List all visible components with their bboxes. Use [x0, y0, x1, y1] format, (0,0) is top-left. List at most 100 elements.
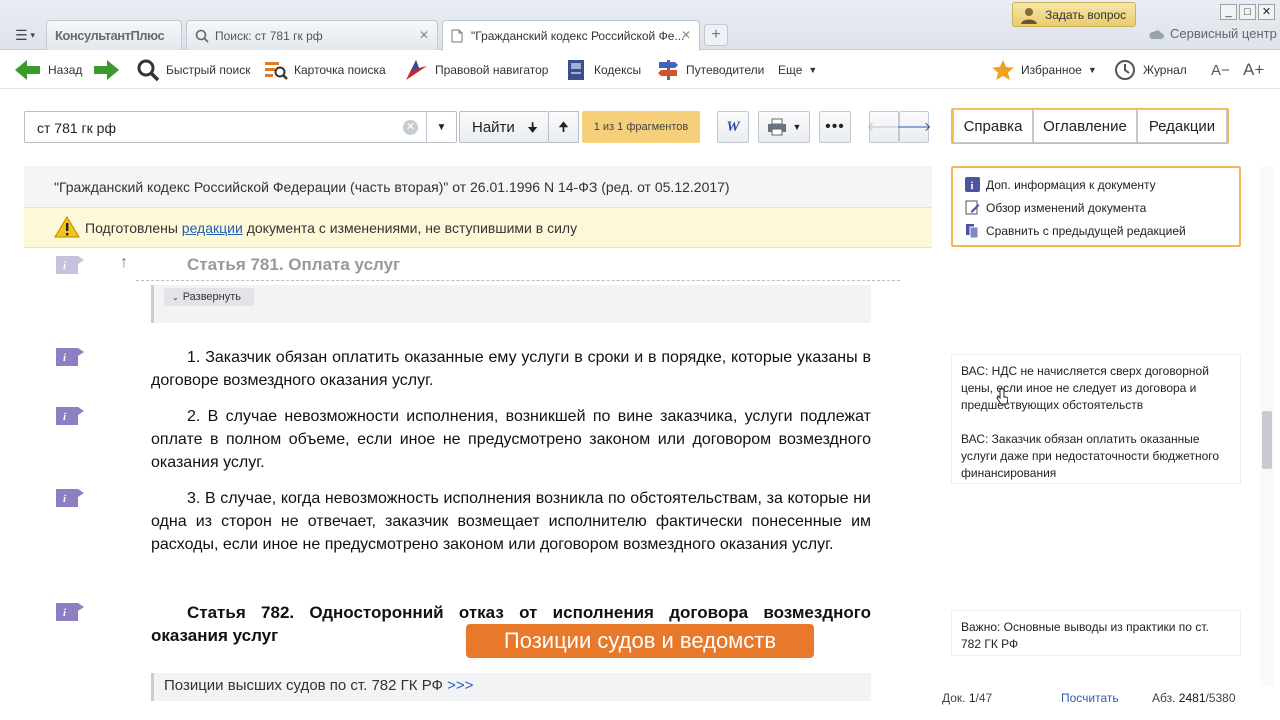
search-history-dropdown[interactable]: ▼	[426, 112, 456, 142]
info-marker-icon[interactable]: i	[56, 348, 84, 366]
find-next-button[interactable]: Найти 🠋	[459, 111, 549, 143]
tab-home[interactable]: КонсультантПлюс	[46, 20, 182, 50]
signpost-icon	[658, 60, 678, 80]
arrow-down-icon: 🠋	[527, 120, 538, 135]
paragraph-3-text: 3. В случае, когда невозможность исполне…	[151, 490, 871, 553]
service-center-button[interactable]: Сервисный центр	[1148, 26, 1277, 41]
service-center-label: Сервисный центр	[1170, 26, 1277, 41]
codes-label: Кодексы	[594, 63, 642, 77]
editions-notice: Подготовлены редакции документа с измене…	[24, 208, 932, 248]
changes-review-link[interactable]: Обзор изменений документа	[965, 200, 1146, 215]
close-window-button[interactable]: ✕	[1258, 4, 1275, 20]
info-marker-icon[interactable]: i	[56, 489, 84, 507]
tab-reference[interactable]: Справка	[953, 109, 1033, 143]
forward-button[interactable]	[92, 58, 120, 82]
ask-question-label: Задать вопрос	[1045, 7, 1127, 22]
chevron-down-icon: ▾	[30, 29, 36, 40]
star-icon	[992, 60, 1014, 80]
tab-search[interactable]: Поиск: ст 781 гк рф ✕	[186, 20, 438, 50]
important-card-text[interactable]: Важно: Основные выводы из практики по ст…	[961, 619, 1231, 653]
arrow-right-icon: 🡒	[896, 119, 932, 134]
paragraph-position-current: 2481	[1178, 691, 1206, 705]
tab-document-label: "Гражданский кодекс Российской Фе...	[471, 29, 685, 43]
journal-button[interactable]: Журнал	[1113, 58, 1187, 82]
magnifier-icon	[137, 59, 160, 82]
consultant-logo: КонсультантПлюс	[55, 28, 165, 43]
tab-contents[interactable]: Оглавление	[1033, 109, 1137, 143]
codes-button[interactable]: Кодексы	[566, 58, 641, 82]
doc-position-label: Док.	[942, 691, 969, 705]
expand-panel	[151, 285, 871, 323]
editions-link[interactable]: редакции	[182, 220, 243, 236]
font-smaller-button[interactable]: A−	[1211, 58, 1230, 82]
court-positions-link[interactable]: Позиции высших судов по ст. 782 ГК РФ >>…	[151, 673, 871, 701]
favorites-button[interactable]: Избранное ▼	[991, 58, 1097, 82]
close-icon[interactable]: ✕	[419, 28, 429, 42]
paragraph-2-text: 2. В случае невозможности исполнения, во…	[151, 408, 871, 471]
divider	[136, 280, 900, 281]
history-forward-button[interactable]: 🡒	[896, 111, 932, 143]
expand-button[interactable]: ⌄ Развернуть	[164, 288, 254, 306]
find-previous-button[interactable]: 🠉	[549, 111, 579, 143]
printer-icon	[767, 118, 786, 136]
practice-card[interactable]: ВАС: НДС не начисляется сверх договорной…	[951, 354, 1241, 484]
arrow-right-icon	[94, 60, 119, 80]
document-title-bar: "Гражданский кодекс Российской Федерации…	[24, 166, 932, 208]
status-bar: Док. 1/47 Посчитать Абз. 2481/5380	[942, 691, 1272, 711]
doc-extra-info-link[interactable]: i Доп. информация к документу	[965, 177, 1156, 192]
quick-search-button[interactable]: Быстрый поиск	[136, 58, 250, 82]
paragraph-3: 3. В случае, когда невозможность исполне…	[151, 487, 871, 556]
important-card[interactable]: Важно: Основные выводы из практики по ст…	[951, 610, 1241, 656]
chevron-down-icon: ▼	[436, 121, 447, 133]
close-icon[interactable]: ✕	[681, 28, 691, 42]
legal-navigator-button[interactable]: Правовой навигатор	[403, 58, 548, 82]
quick-search-label: Быстрый поиск	[166, 63, 251, 77]
paragraph-1-text: 1. Заказчик обязан оплатить оказанные ем…	[151, 349, 871, 389]
arrow-up-icon: 🠉	[558, 119, 569, 134]
new-tab-button[interactable]: +	[704, 24, 728, 46]
tab-document[interactable]: "Гражданский кодекс Российской Фе... ✕	[442, 20, 700, 51]
codes-book-icon	[568, 60, 584, 80]
search-card-button[interactable]: Карточка поиска	[264, 58, 386, 82]
paragraph-position-label: Абз.	[1152, 691, 1179, 705]
arrow-left-icon	[15, 60, 40, 80]
info-marker-icon[interactable]: i	[56, 256, 84, 274]
font-larger-button[interactable]: A+	[1243, 58, 1264, 82]
main-menu-button[interactable]: ☰ ▾	[8, 24, 42, 46]
arrow-up-icon[interactable]: ↑	[120, 254, 128, 272]
search-input[interactable]: ст 781 гк рф ✕ ▼	[24, 111, 457, 143]
practice-card-vas-2[interactable]: ВАС: Заказчик обязан оплатить оказанные …	[961, 431, 1231, 482]
tab-bar: ☰ ▾ КонсультантПлюс Поиск: ст 781 гк рф ✕…	[0, 0, 1280, 51]
history-clock-icon	[1115, 60, 1135, 80]
tab-editions[interactable]: Редакции	[1137, 109, 1227, 143]
document-title: "Гражданский кодекс Российской Федерации…	[54, 179, 730, 195]
back-label: Назад	[48, 63, 83, 77]
doc-position: Док. 1/47	[942, 691, 992, 705]
count-link[interactable]: Посчитать	[1061, 691, 1119, 705]
export-word-button[interactable]: W	[717, 111, 749, 143]
maximize-button[interactable]: □	[1239, 4, 1256, 20]
back-button[interactable]: Назад	[14, 58, 82, 82]
guides-button[interactable]: Путеводители	[656, 58, 764, 82]
history-back-button[interactable]: 🡐	[867, 111, 901, 143]
tab-editions-label: Редакции	[1148, 117, 1216, 135]
clear-search-icon[interactable]: ✕	[403, 120, 418, 135]
paragraph-position-total: /5380	[1205, 691, 1236, 705]
compare-previous-link[interactable]: Сравнить с предыдущей редакцией	[965, 223, 1186, 238]
print-button[interactable]: ▼	[758, 111, 810, 143]
more-actions-button[interactable]: •••	[819, 111, 851, 143]
mouse-cursor-icon	[996, 388, 1008, 405]
info-marker-icon[interactable]: i	[56, 603, 84, 621]
minimize-button[interactable]: _	[1220, 4, 1237, 20]
edit-document-icon	[965, 200, 980, 215]
journal-label: Журнал	[1143, 63, 1187, 77]
expand-label: Развернуть	[182, 291, 242, 303]
scrollbar-thumb[interactable]	[1262, 411, 1272, 469]
info-marker-icon[interactable]: i	[56, 407, 84, 425]
ask-question-button[interactable]: Задать вопрос	[1012, 2, 1136, 27]
more-menu-button[interactable]: Еще ▼	[778, 58, 817, 82]
notice-text-pre: Подготовлены	[85, 220, 182, 236]
hamburger-icon: ☰	[14, 26, 28, 43]
search-icon	[195, 29, 209, 43]
favorites-label: Избранное	[1021, 63, 1082, 77]
